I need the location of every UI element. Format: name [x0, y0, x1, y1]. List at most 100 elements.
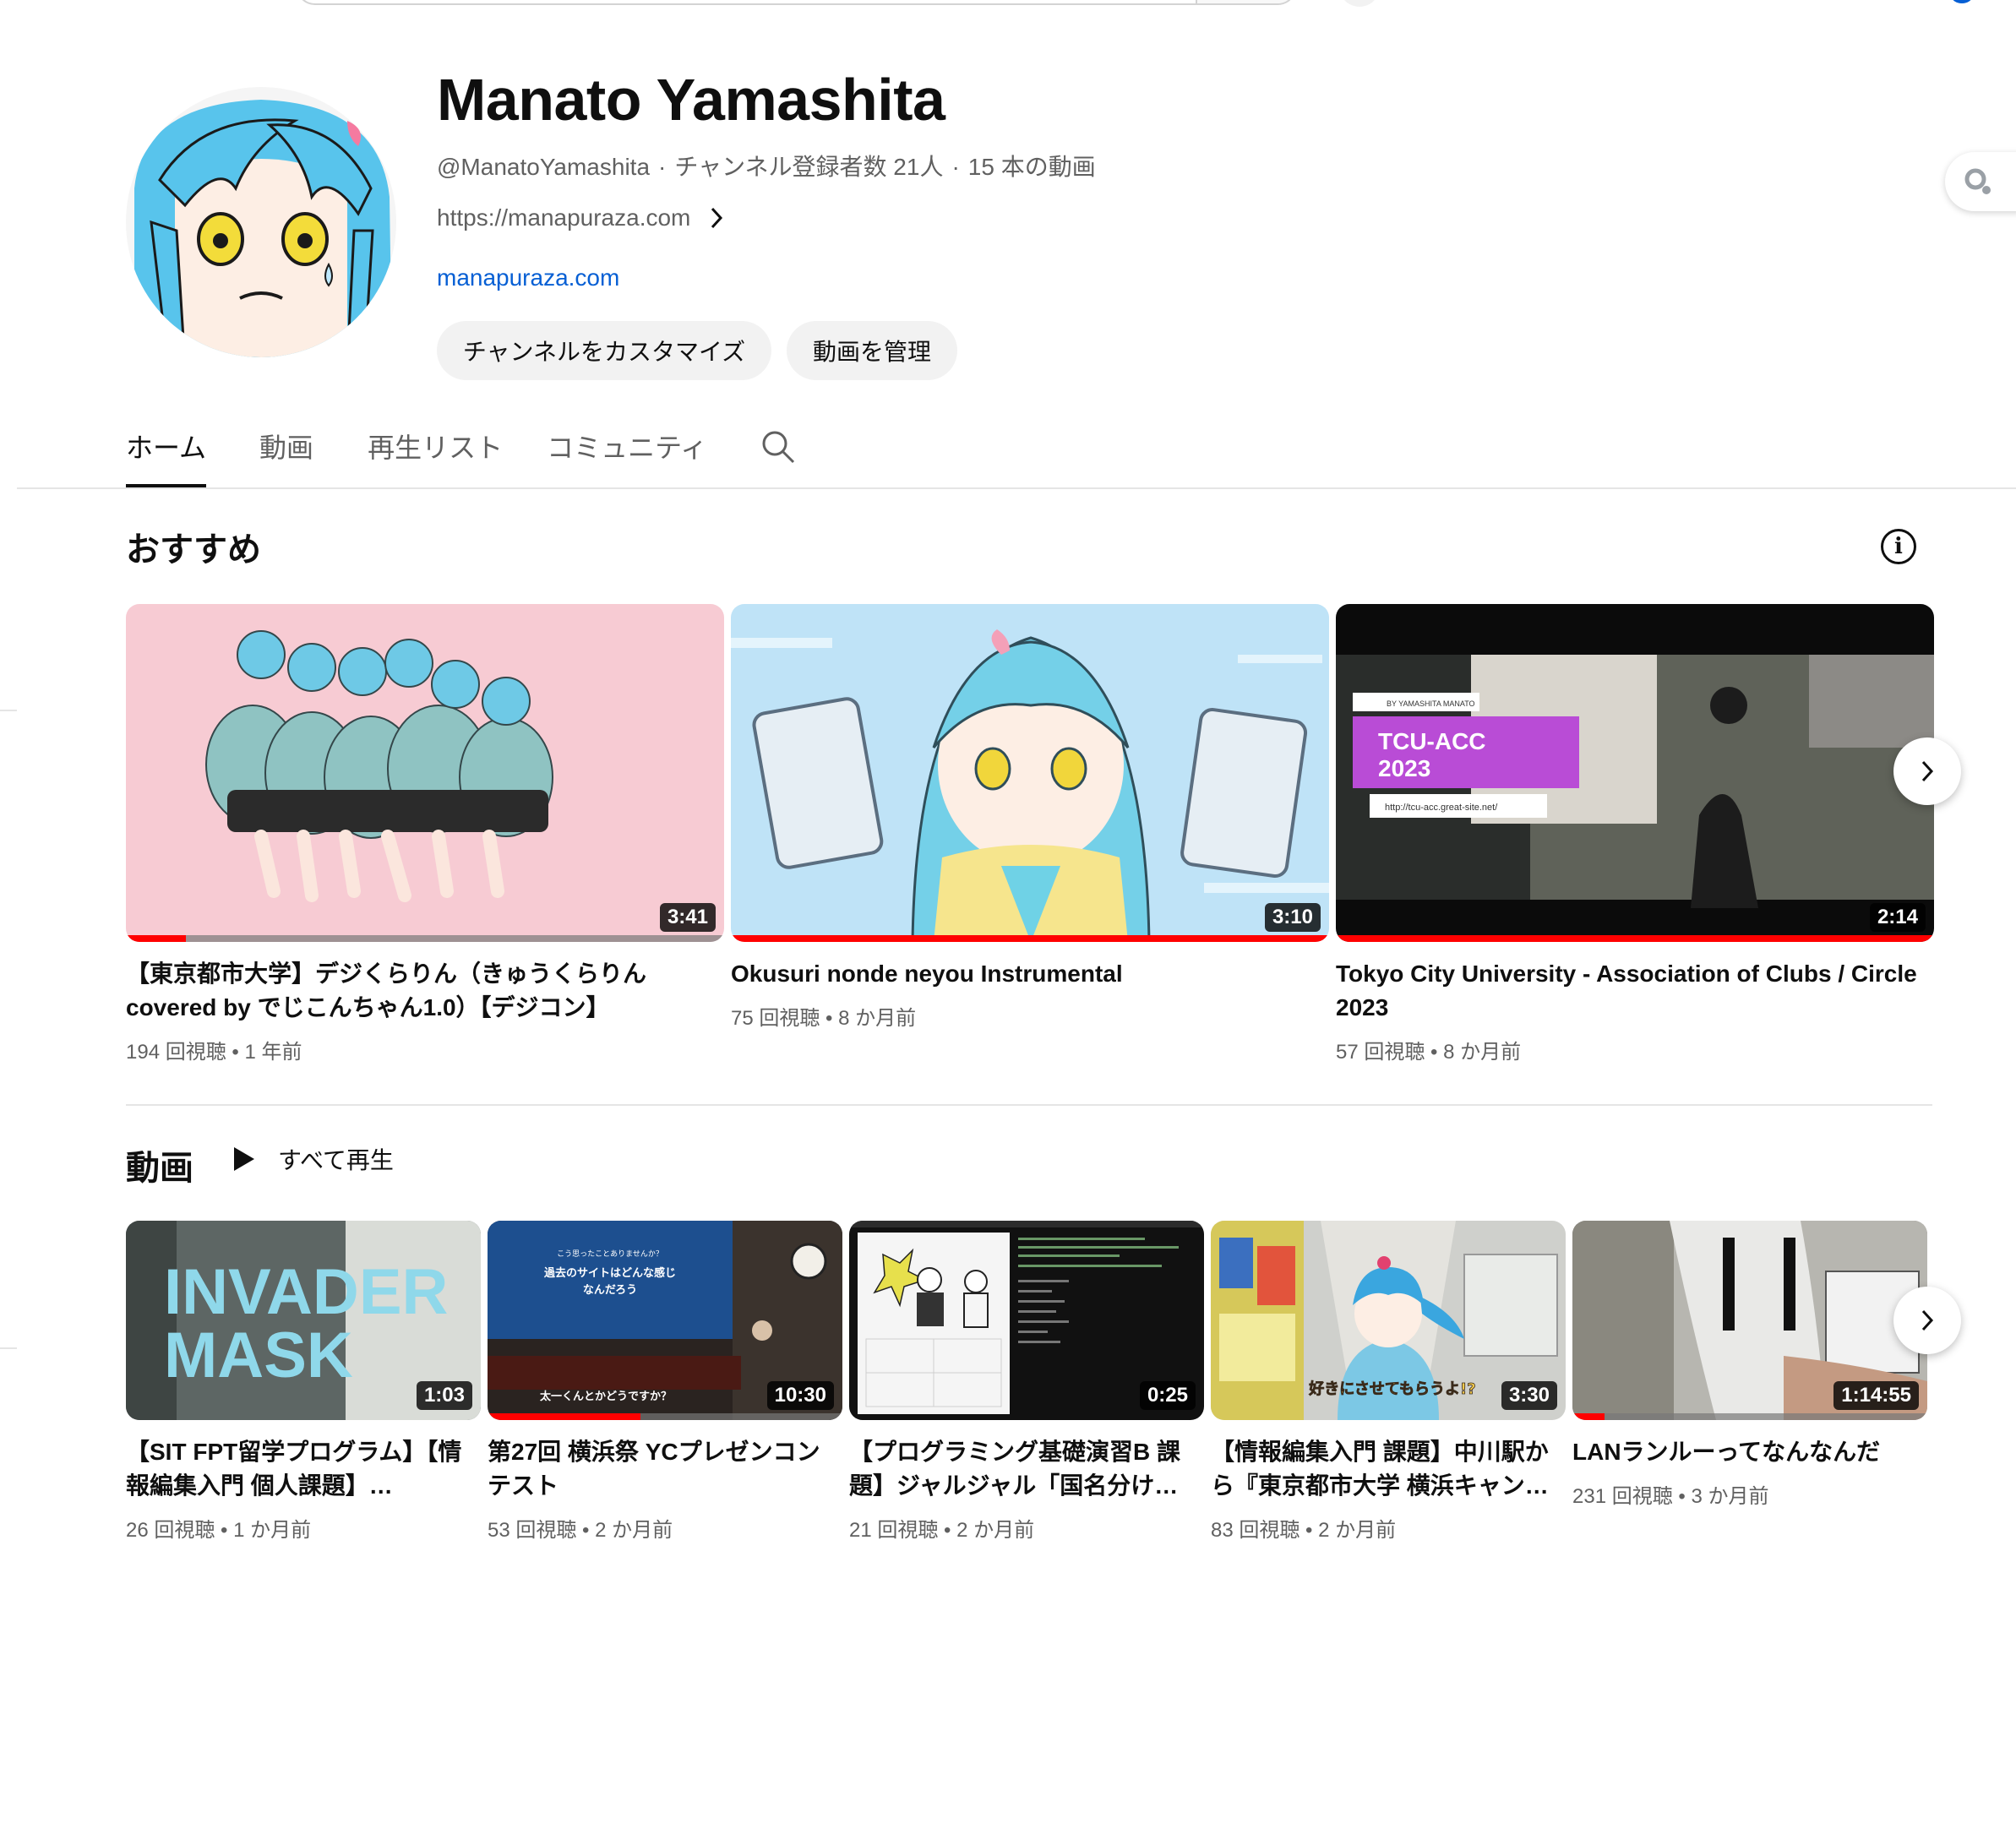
video-title[interactable]: 【プログラミング基礎演習B 課題】ジャルジャル「国名分けっこ」	[849, 1435, 1196, 1503]
upload-age: 1 か月前	[233, 1519, 312, 1542]
channel-handle: @ManatoYamashita	[437, 154, 651, 180]
channel-tabs: ホーム 動画 再生リスト コミュニティ	[126, 427, 707, 487]
video-meta: 194 回視聴 • 1 年前	[126, 1041, 302, 1064]
video-count: 15 本の動画	[967, 154, 1096, 180]
section-divider	[126, 1104, 1932, 1106]
avatar-illustration	[126, 87, 396, 357]
watch-progress-bar	[488, 1413, 842, 1420]
meta-separator: ·	[951, 154, 960, 180]
play-all-label: すべて再生	[278, 1146, 394, 1174]
video-title[interactable]: 第27回 横浜祭 YCプレゼンコンテスト	[488, 1435, 834, 1503]
upload-age: 1 年前	[244, 1041, 302, 1064]
video-title[interactable]: 【SIT FPT留学プログラム】【情報編集入門 個人課題】INVADER MAS…	[126, 1435, 472, 1503]
watch-progress-bar	[1336, 935, 1934, 942]
video-title[interactable]: 【東京都市大学】デジくらりん（きゅうくらりん covered by でじこんちゃ…	[126, 957, 717, 1025]
video-thumbnail[interactable]: BY YAMASHITA MANATO TCU-ACC 2023 http://…	[1336, 604, 1934, 942]
tab-videos[interactable]: 動画	[259, 427, 313, 487]
video-card[interactable]: INVADER MASK 1:03 【SIT FPT留学プログラム】【情報編集入…	[126, 1221, 481, 1543]
video-duration: 3:10	[1264, 903, 1321, 932]
video-meta: 75 回視聴 • 8 か月前	[731, 1007, 917, 1030]
featured-next-button[interactable]	[1893, 737, 1961, 805]
video-duration: 3:30	[1501, 1381, 1557, 1410]
view-count: 21 回視聴	[849, 1519, 939, 1542]
video-title[interactable]: 【情報編集入門 課題】中川駅から『東京都市大学 横浜キャンパス』	[1211, 1435, 1557, 1503]
customize-channel-button[interactable]: チャンネルをカスタマイズ	[437, 321, 771, 380]
channel-external-link[interactable]: manapuraza.com	[437, 264, 619, 291]
video-card[interactable]: 1:14:55 LANランルーってなんなんだ 231 回視聴 • 3 か月前	[1572, 1221, 1927, 1509]
thumbnail-caption: 好きにさせてもらうよ!?	[1308, 1380, 1475, 1398]
floating-lens-widget[interactable]	[1945, 152, 2016, 211]
video-meta: 83 回視聴 • 2 か月前	[1211, 1519, 1397, 1542]
upload-age: 3 か月前	[1691, 1485, 1769, 1508]
upload-age: 2 か月前	[1318, 1519, 1397, 1542]
watch-progress-bar	[731, 935, 1329, 942]
video-duration: 1:14:55	[1833, 1381, 1919, 1410]
thumbnail-caption: BY YAMASHITA MANATO	[1387, 699, 1475, 708]
voice-search-button[interactable]	[1339, 0, 1380, 7]
upload-age: 8 か月前	[1443, 1041, 1522, 1064]
video-thumbnail[interactable]: 3:41	[126, 604, 724, 942]
left-edge-mark	[0, 1347, 17, 1349]
chevron-right-icon	[1921, 1309, 1934, 1331]
thumbnail-image: BY YAMASHITA MANATO TCU-ACC 2023 http://…	[1336, 604, 1934, 942]
channel-avatar[interactable]	[126, 87, 396, 357]
tabs-divider	[17, 487, 2016, 489]
account-indicator[interactable]	[1952, 0, 1972, 3]
thumbnail-caption: 太一くんとかどうですか？	[539, 1390, 672, 1403]
watch-progress-fill	[488, 1413, 640, 1420]
featured-video-card[interactable]: BY YAMASHITA MANATO TCU-ACC 2023 http://…	[1336, 604, 1934, 1064]
search-icon	[762, 431, 795, 464]
video-duration: 3:41	[659, 903, 716, 932]
thumbnail-caption: 2023	[1378, 755, 1430, 781]
video-card[interactable]: 0:25 【プログラミング基礎演習B 課題】ジャルジャル「国名分けっこ」 21 …	[849, 1221, 1204, 1543]
watch-progress-fill	[1572, 1413, 1605, 1420]
featured-section-title: おすすめ	[126, 531, 261, 569]
watch-progress-bar	[126, 935, 724, 942]
video-meta: 21 回視聴 • 2 か月前	[849, 1519, 1035, 1542]
channel-description-link[interactable]: https://manapuraza.com	[437, 204, 724, 231]
lens-icon	[1964, 168, 1991, 194]
view-count: 53 回視聴	[488, 1519, 577, 1542]
video-thumbnail[interactable]: 0:25	[849, 1221, 1204, 1420]
video-title[interactable]: LANランルーってなんなんだ	[1572, 1435, 1919, 1469]
video-thumbnail[interactable]: 好きにさせてもらうよ!? 3:30	[1211, 1221, 1566, 1420]
tab-home[interactable]: ホーム	[126, 427, 207, 487]
play-all-button[interactable]: すべて再生	[232, 1142, 394, 1176]
top-search-button[interactable]	[1196, 0, 1295, 3]
video-meta: 57 回視聴 • 8 か月前	[1336, 1041, 1522, 1064]
info-icon[interactable]: i	[1881, 529, 1916, 564]
view-count: 26 回視聴	[126, 1519, 215, 1542]
tab-community[interactable]: コミュニティ	[547, 427, 707, 487]
thumbnail-image	[126, 604, 724, 942]
video-card[interactable]: こう思ったことありませんか？ 過去のサイトはどんな感じ なんだろう 太一くんとか…	[488, 1221, 842, 1543]
featured-video-card[interactable]: 3:41 【東京都市大学】デジくらりん（きゅうくらりん covered by で…	[126, 604, 724, 1064]
channel-search-button[interactable]	[760, 429, 796, 469]
video-meta: 231 回視聴 • 3 か月前	[1572, 1485, 1769, 1508]
video-meta: 53 回視聴 • 2 か月前	[488, 1519, 673, 1542]
view-count: 194 回視聴	[126, 1041, 226, 1064]
play-icon	[234, 1147, 254, 1171]
watch-progress-fill	[731, 935, 1329, 942]
thumbnail-caption: なんだろう	[583, 1284, 637, 1297]
tab-playlists[interactable]: 再生リスト	[368, 427, 503, 487]
upload-age: 8 か月前	[838, 1007, 917, 1030]
video-card[interactable]: 好きにさせてもらうよ!? 3:30 【情報編集入門 課題】中川駅から『東京都市大…	[1211, 1221, 1566, 1543]
manage-videos-button[interactable]: 動画を管理	[787, 321, 957, 380]
chevron-right-icon	[711, 207, 723, 229]
featured-video-card[interactable]: 3:10 Okusuri nonde neyou Instrumental 75…	[731, 604, 1329, 1031]
video-thumbnail[interactable]: こう思ったことありませんか？ 過去のサイトはどんな感じ なんだろう 太一くんとか…	[488, 1221, 842, 1420]
video-thumbnail[interactable]: 1:14:55	[1572, 1221, 1927, 1420]
left-edge-mark	[0, 710, 17, 711]
watch-progress-fill	[126, 935, 186, 942]
video-thumbnail[interactable]: INVADER MASK 1:03	[126, 1221, 481, 1420]
video-thumbnail[interactable]: 3:10	[731, 604, 1329, 942]
videos-next-button[interactable]	[1893, 1287, 1961, 1354]
thumbnail-caption: 過去のサイトはどんな感じ	[543, 1266, 676, 1280]
watch-progress-bar	[1572, 1413, 1927, 1420]
video-title[interactable]: Tokyo City University - Association of C…	[1336, 957, 1927, 1025]
top-search-bar[interactable]	[296, 0, 1297, 5]
watch-progress-fill	[1336, 935, 1934, 942]
video-title[interactable]: Okusuri nonde neyou Instrumental	[731, 957, 1322, 991]
thumbnail-caption: http://tcu-acc.great-site.net/	[1385, 803, 1498, 813]
view-count: 231 回視聴	[1572, 1485, 1673, 1508]
